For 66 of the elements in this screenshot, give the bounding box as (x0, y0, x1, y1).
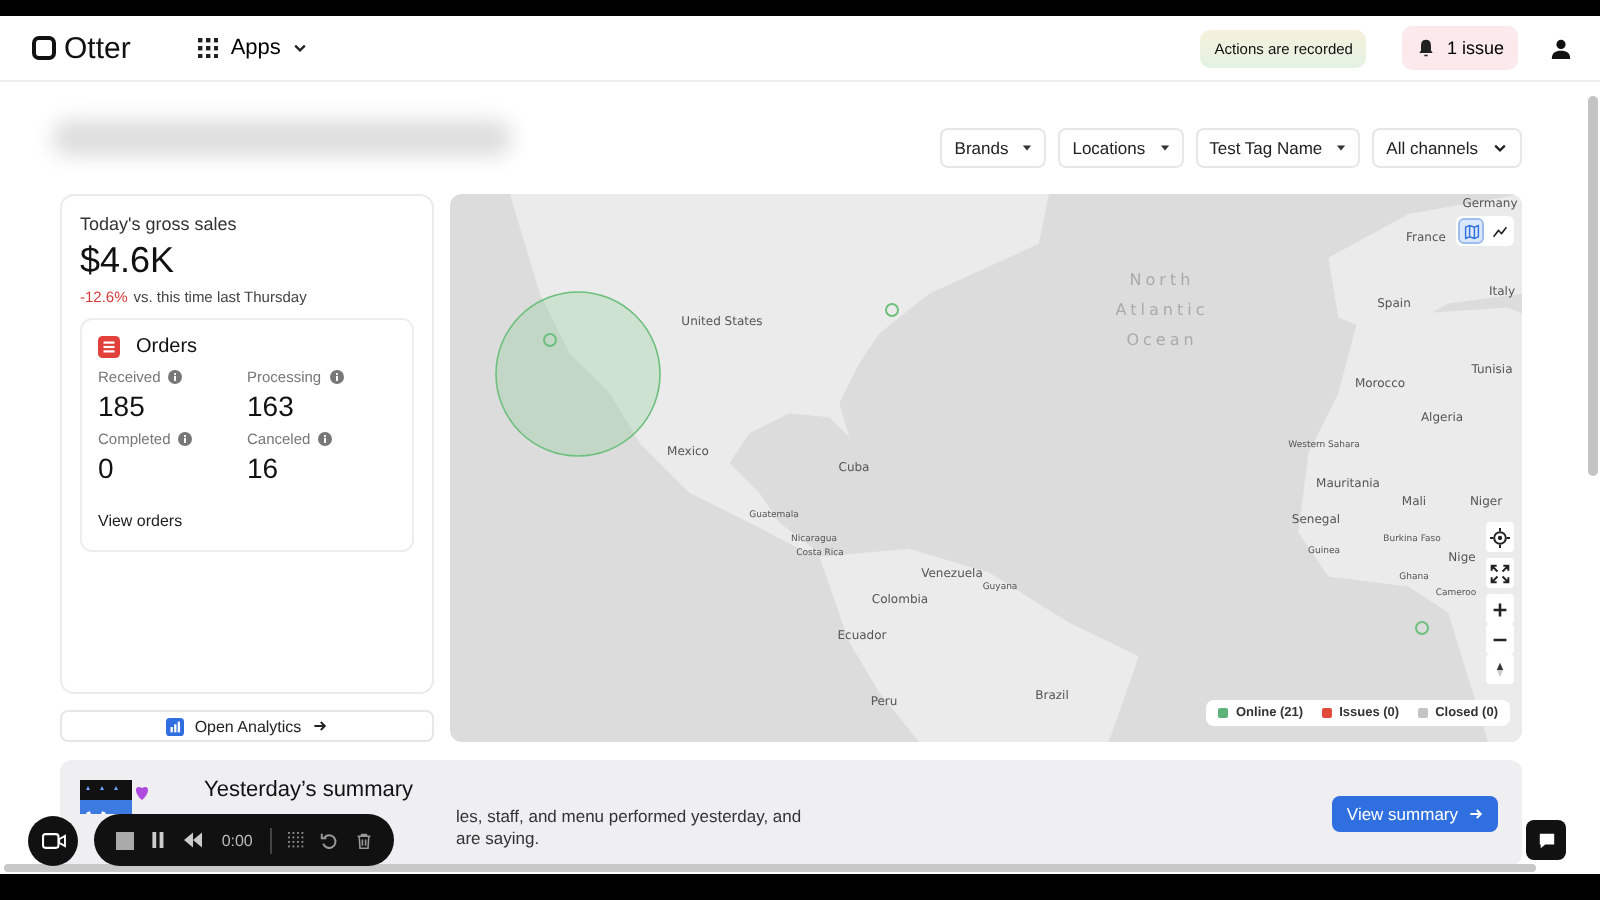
locate-button[interactable] (1486, 522, 1514, 552)
undo-icon (320, 831, 339, 849)
summary-text: are saying. (456, 827, 540, 849)
rewind-icon (183, 832, 202, 848)
chat-button[interactable] (1526, 820, 1566, 860)
logo-icon (32, 36, 56, 60)
sales-amount: $4.6K (80, 240, 177, 282)
chevron-down-icon (1492, 140, 1508, 156)
grid-icon (198, 38, 219, 58)
stat-value: 163 (247, 390, 296, 422)
filter-dropdown[interactable]: All channels (1372, 128, 1522, 168)
location-marker[interactable] (542, 332, 558, 348)
summary-title: Yesterday’s summary (204, 777, 414, 801)
caret-icon (1336, 144, 1347, 152)
location-marker[interactable] (1414, 620, 1430, 636)
view-summary-button[interactable]: View summary (1332, 795, 1498, 831)
fullscreen-icon (1490, 563, 1510, 583)
stat-value: 16 (247, 452, 281, 484)
zoom-in-button[interactable] (1486, 594, 1514, 624)
arrow-right-icon (1468, 805, 1484, 821)
rewind-button[interactable] (181, 827, 204, 853)
bar-chart-icon (166, 717, 185, 735)
orders-title: Orders (136, 336, 198, 358)
sales-title: Today's gross sales (80, 214, 239, 234)
trash-icon (355, 831, 372, 849)
pause-icon (150, 832, 167, 848)
video-camera-icon (41, 832, 65, 850)
stop-icon (115, 831, 134, 849)
chat-icon (1537, 831, 1555, 849)
recording-time: 0:00 (221, 831, 253, 849)
bell-icon (1416, 38, 1437, 58)
filter-dropdown[interactable]: Test Tag Name (1195, 128, 1361, 168)
compass-button[interactable] (1486, 654, 1514, 684)
info-icon[interactable] (178, 432, 193, 446)
locate-icon (1490, 527, 1510, 547)
filter-dropdown[interactable]: Locations (1058, 128, 1184, 168)
map-icon (1463, 223, 1479, 239)
stat-value: 0 (98, 452, 116, 484)
orders-icon (98, 336, 120, 358)
camera-button[interactable] (28, 816, 78, 866)
fullscreen-button[interactable] (1486, 558, 1514, 588)
info-icon[interactable] (329, 370, 344, 384)
summary-text: les, staff, and menu performed yesterday, and (456, 805, 802, 827)
filter-dropdown[interactable]: Brands (940, 128, 1047, 168)
open-analytics-button[interactable]: Open Analytics (60, 710, 434, 742)
arrow-right-icon (311, 718, 328, 734)
apps-menu[interactable]: Apps (194, 32, 313, 64)
user-icon[interactable] (1550, 37, 1572, 59)
view-orders-link[interactable]: View orders (98, 512, 183, 530)
stop-button[interactable] (114, 827, 136, 853)
line-chart-icon (1491, 223, 1507, 239)
logo-text: Otter (64, 31, 131, 65)
map-view-tab[interactable] (1458, 218, 1484, 244)
chevron-down-icon (292, 40, 309, 56)
caret-icon (1159, 144, 1170, 152)
horizontal-scrollbar[interactable] (4, 864, 1536, 872)
issues-button[interactable]: 1 issue (1402, 26, 1518, 70)
info-icon[interactable] (318, 432, 333, 446)
grid-icon (287, 832, 304, 848)
info-icon[interactable] (168, 370, 183, 384)
compass-icon (1492, 661, 1508, 677)
plus-icon (1492, 601, 1508, 617)
vertical-scrollbar[interactable] (1588, 96, 1598, 476)
caret-icon (1022, 144, 1033, 152)
location-marker[interactable] (884, 302, 900, 318)
stat-value: 185 (98, 390, 147, 422)
